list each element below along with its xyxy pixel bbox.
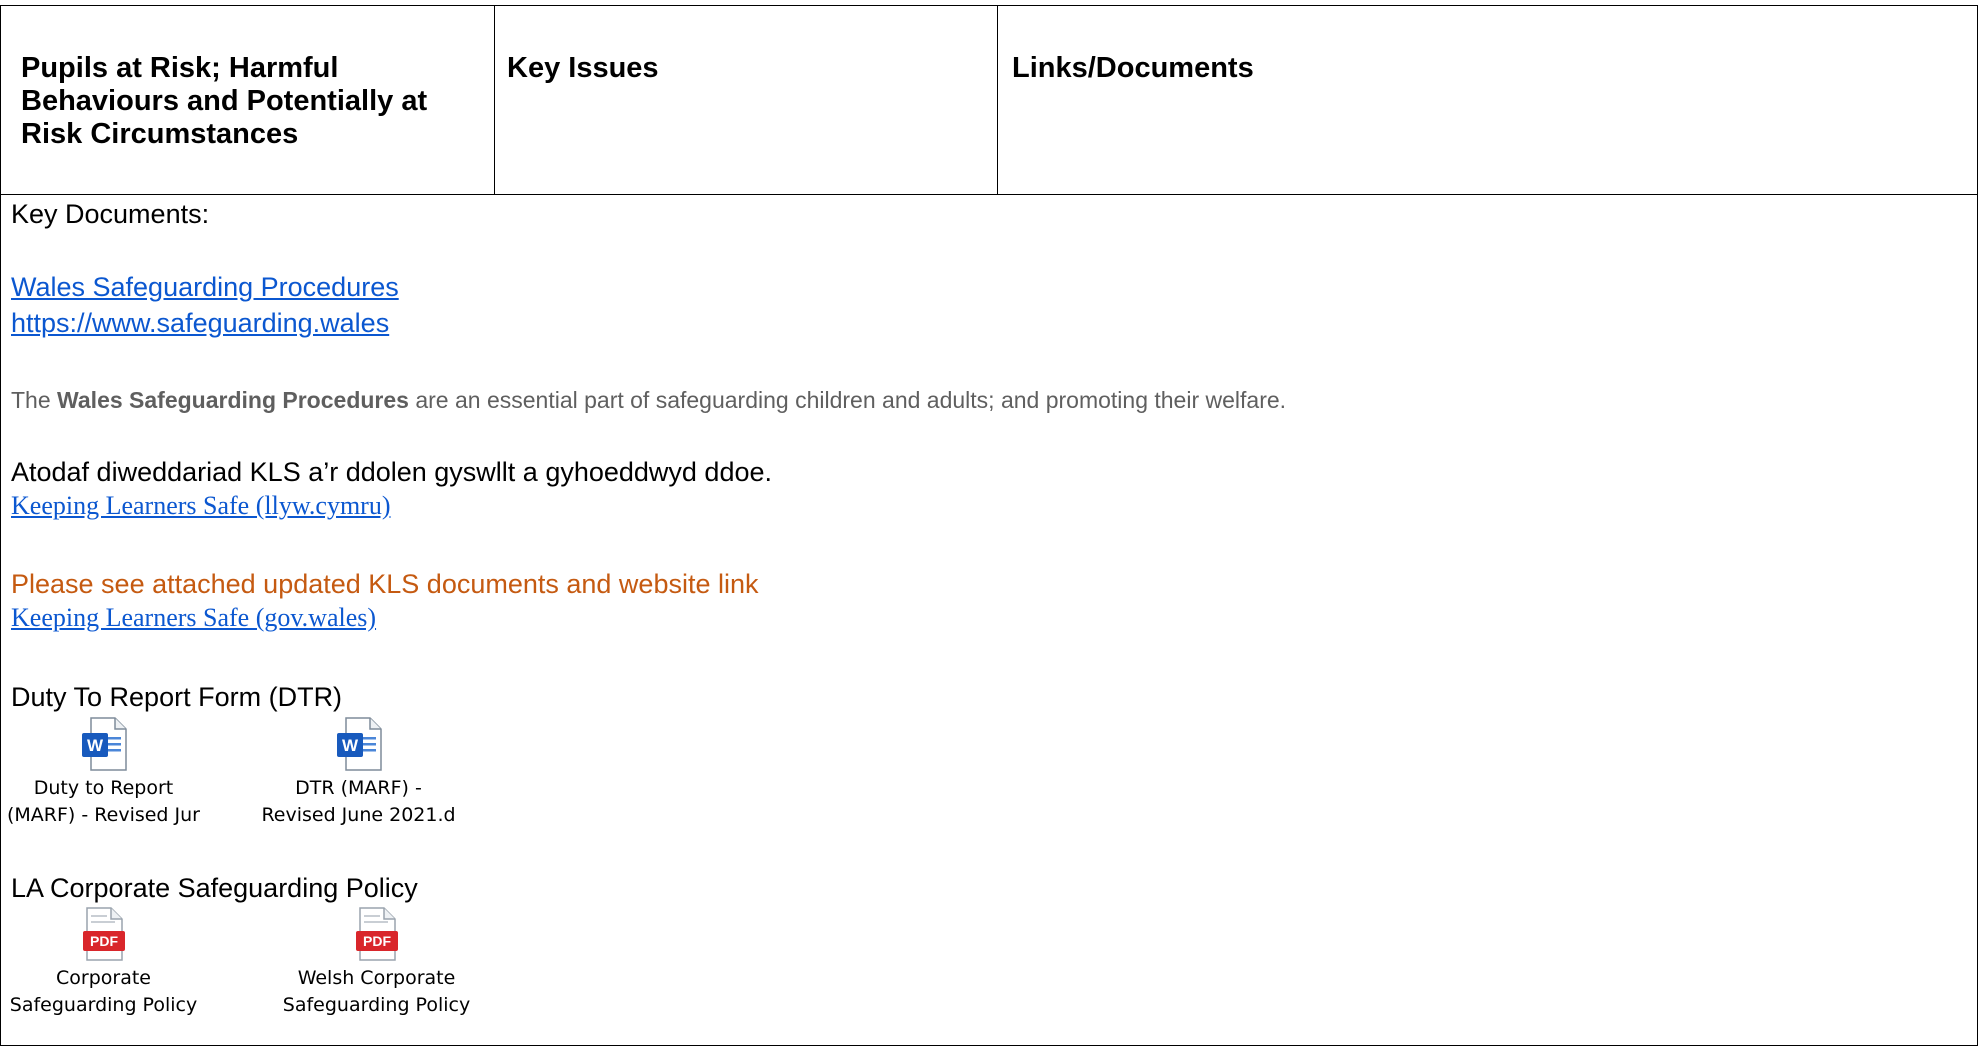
- safeguarding-wales-url-link[interactable]: https://www.safeguarding.wales: [11, 305, 399, 341]
- wsp-description: The Wales Safeguarding Procedures are an…: [11, 385, 1286, 415]
- content-row: Key Documents: Wales Safeguarding Proced…: [0, 194, 1978, 1046]
- kls-gov-wales-link[interactable]: Keeping Learners Safe (gov.wales): [11, 601, 759, 635]
- dtr-attachment-2-line1: DTR (MARF) -: [295, 777, 422, 799]
- welsh-kls-section: Atodaf diweddariad KLS a’r ddolen gyswll…: [11, 455, 772, 523]
- key-documents-section: Key Documents:: [11, 197, 209, 231]
- word-icon: W: [251, 713, 466, 771]
- policy-attachment-1-line2: Safeguarding Policy: [9, 994, 198, 1016]
- english-kls-section: Please see attached updated KLS document…: [11, 567, 759, 635]
- pdf-icon: PDF: [269, 903, 484, 961]
- header-links-documents: Links/Documents: [1012, 52, 1254, 84]
- svg-text:W: W: [341, 736, 358, 755]
- document-page: Pupils at Risk; Harmful Behaviours and P…: [0, 0, 1979, 1046]
- policy-attachments: PDF Corporate Safeguarding Policy PDF We…: [0, 903, 484, 1019]
- policy-heading: LA Corporate Safeguarding Policy: [11, 873, 418, 903]
- pdf-badge-1: PDF: [90, 933, 118, 949]
- dtr-attachments: W Duty to Report (MARF) - Revised Jur W …: [0, 713, 466, 829]
- wsp-links-section: Wales Safeguarding Procedures https://ww…: [11, 269, 399, 341]
- safeguarding-table: Pupils at Risk; Harmful Behaviours and P…: [0, 5, 1978, 1046]
- dtr-attachment-2[interactable]: W DTR (MARF) - Revised June 2021.d: [251, 713, 466, 829]
- welsh-note: Atodaf diweddariad KLS a’r ddolen gyswll…: [11, 457, 772, 487]
- header-key-issues: Key Issues: [507, 52, 659, 84]
- wsp-desc-suffix: are an essential part of safeguarding ch…: [408, 387, 1287, 413]
- key-documents-label: Key Documents:: [11, 199, 210, 229]
- policy-attachment-1[interactable]: PDF Corporate Safeguarding Policy: [0, 903, 211, 1019]
- content-cell: Key Documents: Wales Safeguarding Proced…: [0, 194, 1978, 1046]
- policy-section: LA Corporate Safeguarding Policy: [11, 871, 418, 905]
- kls-llyw-cymru-link[interactable]: Keeping Learners Safe (llyw.cymru): [11, 489, 772, 523]
- header-row: Pupils at Risk; Harmful Behaviours and P…: [0, 5, 1978, 195]
- english-note: Please see attached updated KLS document…: [11, 569, 759, 599]
- policy-attachment-1-line1: Corporate: [56, 967, 151, 989]
- dtr-section: Duty To Report Form (DTR): [11, 680, 342, 714]
- header-pupils-at-risk: Pupils at Risk; Harmful Behaviours and P…: [21, 52, 428, 150]
- policy-attachment-2-line1: Welsh Corporate: [297, 967, 456, 989]
- wsp-desc-bold: Wales Safeguarding Procedures: [57, 387, 409, 413]
- word-icon: W: [0, 713, 211, 771]
- wales-safeguarding-procedures-link[interactable]: Wales Safeguarding Procedures: [11, 269, 399, 305]
- dtr-attachment-1[interactable]: W Duty to Report (MARF) - Revised Jur: [0, 713, 211, 829]
- pdf-icon: PDF: [0, 903, 211, 961]
- header-cell-links: Links/Documents: [997, 5, 1978, 195]
- pdf-badge-2: PDF: [363, 933, 391, 949]
- policy-attachment-2-line2: Safeguarding Policy: [282, 994, 471, 1016]
- dtr-heading: Duty To Report Form (DTR): [11, 682, 343, 712]
- dtr-attachment-2-line2: Revised June 2021.d: [261, 804, 456, 826]
- wsp-desc-prefix: The: [11, 387, 58, 413]
- header-cell-pupils: Pupils at Risk; Harmful Behaviours and P…: [0, 5, 495, 195]
- dtr-attachment-1-line2: (MARF) - Revised Jur: [7, 804, 200, 826]
- dtr-attachment-1-line1: Duty to Report: [33, 777, 174, 799]
- svg-text:W: W: [86, 736, 103, 755]
- header-cell-key-issues: Key Issues: [494, 5, 998, 195]
- policy-attachment-2[interactable]: PDF Welsh Corporate Safeguarding Policy: [269, 903, 484, 1019]
